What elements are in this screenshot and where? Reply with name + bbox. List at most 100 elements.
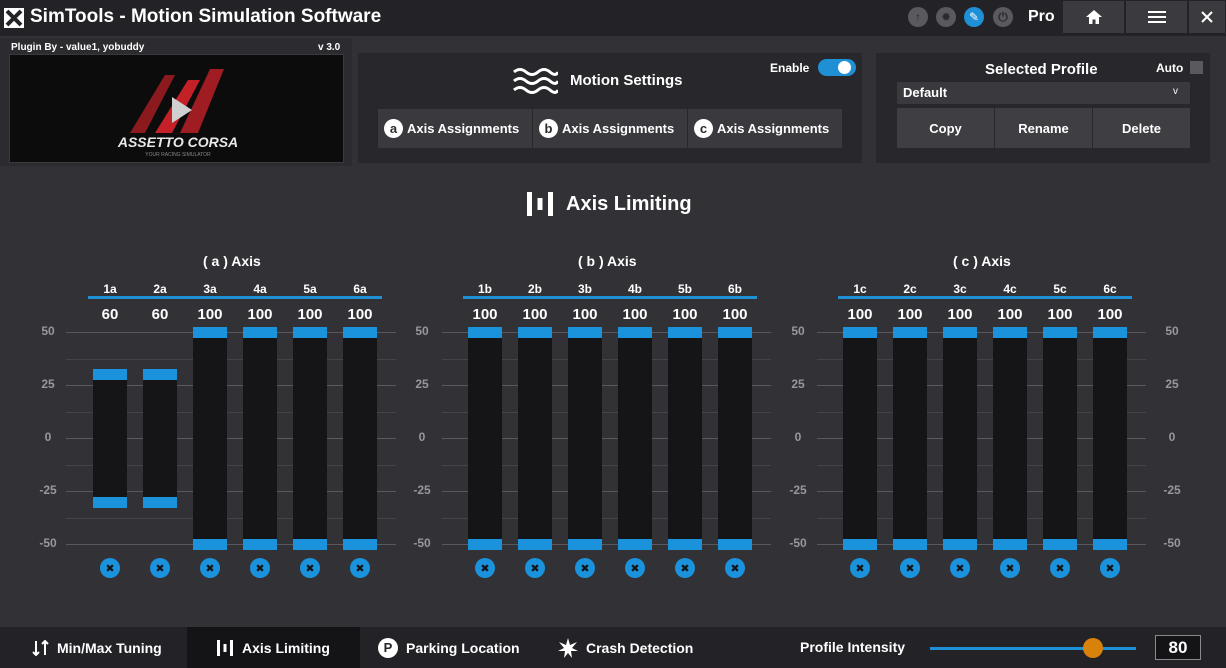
axis-reset-icon[interactable]: ✖ (250, 558, 270, 578)
axis-limit-track[interactable] (1093, 327, 1127, 550)
axis-min-handle[interactable] (518, 539, 552, 550)
axis-min-handle[interactable] (93, 496, 127, 508)
axis-max-handle[interactable] (1093, 327, 1127, 338)
axis-min-handle[interactable] (718, 539, 752, 550)
axis-min-handle[interactable] (668, 539, 702, 550)
axis-min-handle[interactable] (568, 539, 602, 550)
axis-min-handle[interactable] (193, 539, 227, 550)
axis-limit-track[interactable] (1043, 327, 1077, 550)
rename-button[interactable]: Rename (995, 108, 1092, 148)
axis-min-handle[interactable] (893, 539, 927, 550)
chevron-down-icon[interactable]: v (1173, 86, 1178, 97)
axis-reset-icon[interactable]: ✖ (725, 558, 745, 578)
axis-limit-track[interactable] (668, 327, 702, 550)
axis-min-handle[interactable] (1093, 539, 1127, 550)
axis-min-handle[interactable] (1043, 539, 1077, 550)
profile-select[interactable]: Default (897, 82, 1190, 104)
axis-limit-track[interactable] (468, 327, 502, 550)
axis-limit-track[interactable] (943, 327, 977, 550)
axis-reset-icon[interactable]: ✖ (1000, 558, 1020, 578)
axis-reset-icon[interactable]: ✖ (950, 558, 970, 578)
axis-assignments-c-button[interactable]: c Axis Assignments (688, 109, 842, 148)
axis-max-handle[interactable] (93, 369, 127, 381)
axis-min-handle[interactable] (143, 496, 177, 508)
axis-assignments-a-button[interactable]: a Axis Assignments (378, 109, 532, 148)
axis-reset-icon[interactable]: ✖ (850, 558, 870, 578)
axis-max-handle[interactable] (243, 327, 277, 338)
axis-reset-icon[interactable]: ✖ (1100, 558, 1120, 578)
axis-limit-track[interactable] (243, 327, 277, 550)
axis-limit-track[interactable] (718, 327, 752, 550)
enable-toggle-knob[interactable] (838, 61, 851, 74)
tab-min-max-tuning[interactable]: Min/Max Tuning (0, 627, 187, 668)
tab-parking-location[interactable]: P Parking Location (360, 627, 540, 668)
axis-max-handle[interactable] (668, 327, 702, 338)
tab-axis-limiting[interactable]: Axis Limiting (187, 627, 360, 668)
axis-min-handle[interactable] (343, 539, 377, 550)
axis-limit-track[interactable] (293, 327, 327, 550)
profile-intensity-value[interactable]: 80 (1155, 635, 1201, 660)
axis-min-handle[interactable] (618, 539, 652, 550)
enable-label: Enable (770, 61, 810, 75)
power-icon[interactable]: ⏻ (993, 7, 1013, 27)
axis-reset-icon[interactable]: ✖ (525, 558, 545, 578)
close-button[interactable] (1189, 1, 1225, 33)
axis-max-handle[interactable] (468, 327, 502, 338)
axis-limit-track[interactable] (343, 327, 377, 550)
menu-button[interactable] (1126, 1, 1187, 33)
profile-intensity-slider-track[interactable] (930, 647, 1136, 650)
axis-limit-track[interactable] (568, 327, 602, 550)
profile-intensity-slider-handle[interactable] (1083, 638, 1103, 658)
axis-max-handle[interactable] (893, 327, 927, 338)
axis-limit-track[interactable] (518, 327, 552, 550)
axis-reset-icon[interactable]: ✖ (475, 558, 495, 578)
selected-profile-title: Selected Profile (985, 61, 1098, 78)
delete-button[interactable]: Delete (1093, 108, 1190, 148)
axis-max-handle[interactable] (518, 327, 552, 338)
axis-limit-track[interactable] (893, 327, 927, 550)
crash-status-icon[interactable]: ✹ (936, 7, 956, 27)
upload-icon[interactable]: ↑ (908, 7, 928, 27)
axis-limit-track[interactable] (993, 327, 1027, 550)
axis-max-handle[interactable] (1043, 327, 1077, 338)
axis-max-handle[interactable] (143, 369, 177, 381)
axis-limit-track[interactable] (193, 327, 227, 550)
axis-min-handle[interactable] (468, 539, 502, 550)
tune-icon[interactable]: ✎ (964, 7, 984, 27)
axis-min-handle[interactable] (293, 539, 327, 550)
axis-max-handle[interactable] (843, 327, 877, 338)
auto-checkbox[interactable] (1190, 61, 1203, 74)
axis-reset-icon[interactable]: ✖ (200, 558, 220, 578)
axis-reset-icon[interactable]: ✖ (150, 558, 170, 578)
axis-limit-track[interactable] (143, 369, 177, 508)
axis-reset-icon[interactable]: ✖ (675, 558, 695, 578)
axis-reset-icon[interactable]: ✖ (900, 558, 920, 578)
axis-max-handle[interactable] (568, 327, 602, 338)
axis-reset-icon[interactable]: ✖ (1050, 558, 1070, 578)
axis-assignments-b-button[interactable]: b Axis Assignments (533, 109, 687, 148)
axis-max-handle[interactable] (943, 327, 977, 338)
axis-reset-icon[interactable]: ✖ (575, 558, 595, 578)
axis-column-value: 60 (101, 306, 119, 323)
axis-limit-track[interactable] (618, 327, 652, 550)
axis-max-handle[interactable] (718, 327, 752, 338)
axis-min-handle[interactable] (993, 539, 1027, 550)
axis-reset-icon[interactable]: ✖ (300, 558, 320, 578)
axis-reset-icon[interactable]: ✖ (625, 558, 645, 578)
home-button[interactable] (1063, 1, 1124, 33)
axis-min-handle[interactable] (943, 539, 977, 550)
axis-min-handle[interactable] (243, 539, 277, 550)
axis-reset-icon[interactable]: ✖ (350, 558, 370, 578)
axis-group-underline (88, 296, 382, 299)
axis-limit-track[interactable] (843, 327, 877, 550)
axis-max-handle[interactable] (618, 327, 652, 338)
axis-min-handle[interactable] (843, 539, 877, 550)
axis-max-handle[interactable] (293, 327, 327, 338)
axis-reset-icon[interactable]: ✖ (100, 558, 120, 578)
axis-limit-track[interactable] (93, 369, 127, 508)
axis-max-handle[interactable] (193, 327, 227, 338)
axis-max-handle[interactable] (993, 327, 1027, 338)
axis-max-handle[interactable] (343, 327, 377, 338)
copy-button[interactable]: Copy (897, 108, 994, 148)
tab-crash-detection[interactable]: Crash Detection (540, 627, 720, 668)
